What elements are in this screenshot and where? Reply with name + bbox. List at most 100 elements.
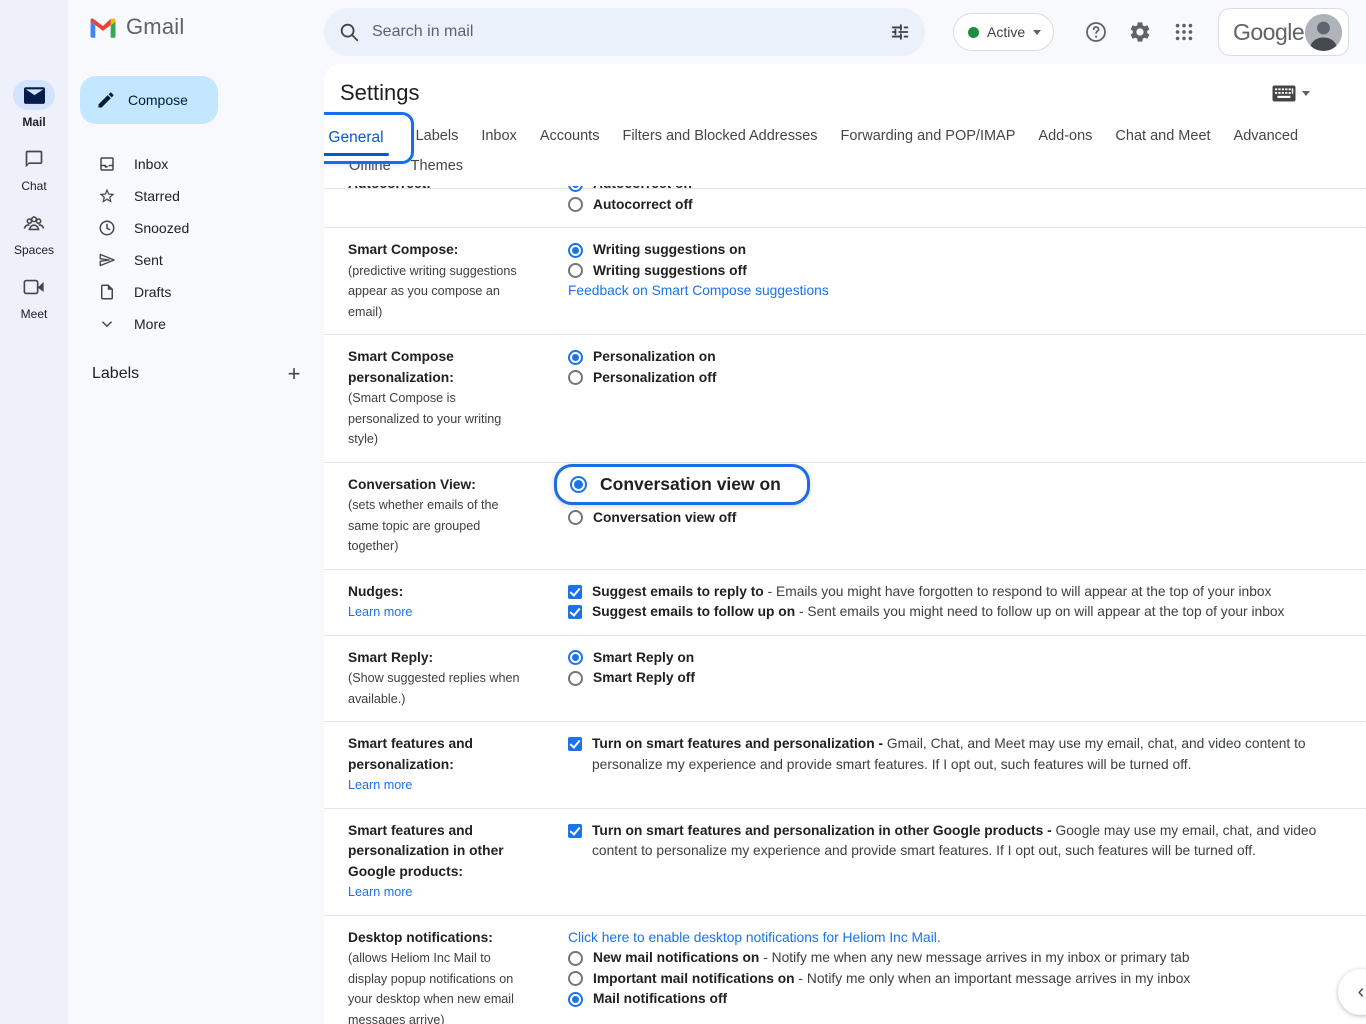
sidebar-item-drafts[interactable]: Drafts	[68, 276, 324, 308]
sidebar-item-starred[interactable]: Starred	[68, 180, 324, 212]
radio-icon[interactable]	[568, 951, 583, 966]
status-label: Active	[987, 24, 1025, 40]
smart-features-other-checkbox-option[interactable]: Turn on smart features and personalizati…	[568, 821, 1348, 862]
radio-icon[interactable]	[568, 671, 583, 686]
radio-selected-icon[interactable]	[568, 650, 583, 665]
tab-filters[interactable]: Filters and Blocked Addresses	[621, 126, 818, 146]
checkbox-checked-icon[interactable]	[568, 737, 582, 751]
status-selector[interactable]: Active	[953, 13, 1054, 51]
enable-desktop-notifications-link[interactable]: Click here to enable desktop notificatio…	[568, 928, 1348, 949]
radio-selected-icon[interactable]	[568, 186, 583, 192]
labels-title: Labels	[92, 365, 139, 383]
inbox-icon	[98, 155, 116, 173]
checkbox-checked-icon[interactable]	[568, 824, 582, 838]
search-options-icon[interactable]	[889, 21, 911, 43]
clock-icon	[98, 219, 116, 237]
apps-grid-icon[interactable]	[1170, 18, 1198, 46]
general-tab-annotation[interactable]: General	[324, 112, 414, 164]
input-tools-selector[interactable]	[1272, 85, 1310, 102]
writing-suggestions-on-option[interactable]: Writing suggestions on	[568, 240, 1348, 261]
gmail-app: Gmail Active Google	[0, 0, 1366, 1024]
radio-selected-icon[interactable]	[570, 476, 587, 493]
search-input[interactable]	[372, 23, 889, 41]
radio-icon[interactable]	[568, 971, 583, 986]
tab-inbox[interactable]: Inbox	[480, 126, 517, 146]
tab-themes[interactable]: Themes	[410, 156, 464, 176]
tab-chat-and-meet[interactable]: Chat and Meet	[1114, 126, 1211, 146]
conversation-view-off-option[interactable]: Conversation view off	[568, 508, 1348, 529]
rail-item-meet[interactable]: Meet	[0, 272, 68, 321]
writing-suggestions-off-option[interactable]: Writing suggestions off	[568, 261, 1348, 282]
gmail-wordmark: Gmail	[126, 14, 184, 40]
personalization-on-option[interactable]: Personalization on	[568, 347, 1348, 368]
suggest-followup-checkbox-option[interactable]: Suggest emails to follow up on - Sent em…	[568, 602, 1348, 623]
active-status-dot	[968, 27, 979, 38]
radio-icon[interactable]	[568, 197, 583, 212]
setting-row-autocorrect: Autocorrect: Autocorrect on Autocorrect …	[324, 186, 1366, 228]
smart-compose-feedback-link[interactable]: Feedback on Smart Compose suggestions	[568, 281, 1348, 302]
setting-row-nudges: Nudges: Learn more Suggest emails to rep…	[324, 570, 1366, 636]
smart-features-checkbox-option[interactable]: Turn on smart features and personalizati…	[568, 734, 1348, 775]
rail-item-chat[interactable]: Chat	[0, 144, 68, 193]
chevron-down-icon	[1302, 91, 1310, 96]
checkbox-checked-icon[interactable]	[568, 605, 582, 619]
tab-advanced[interactable]: Advanced	[1233, 126, 1300, 146]
checkbox-checked-icon[interactable]	[568, 585, 582, 599]
conversation-view-on-annotation[interactable]: Conversation view on	[554, 464, 810, 505]
smart-reply-on-option[interactable]: Smart Reply on	[568, 648, 1348, 669]
radio-selected-icon[interactable]	[568, 243, 583, 258]
star-icon	[98, 187, 116, 205]
smart-reply-off-option[interactable]: Smart Reply off	[568, 668, 1348, 689]
tab-addons[interactable]: Add-ons	[1037, 126, 1093, 146]
setting-row-smart-reply: Smart Reply: (Show suggested replies whe…	[324, 636, 1366, 723]
rail-item-mail[interactable]: Mail	[0, 80, 68, 129]
sidebar-nav: Inbox Starred Snoozed Sent Drafts More	[68, 148, 324, 340]
create-label-plus-icon[interactable]: +	[280, 360, 308, 388]
gmail-m-icon	[88, 15, 118, 39]
settings-gear-icon[interactable]	[1126, 18, 1154, 46]
new-mail-notifications-option[interactable]: New mail notifications on - Notify me wh…	[568, 948, 1348, 969]
setting-row-smart-compose: Smart Compose: (predictive writing sugge…	[324, 228, 1366, 335]
sidebar-item-inbox[interactable]: Inbox	[68, 148, 324, 180]
active-tab-underline	[324, 153, 389, 156]
radio-icon[interactable]	[568, 510, 583, 525]
important-mail-notifications-option[interactable]: Important mail notifications on - Notify…	[568, 969, 1348, 990]
autocorrect-on-option[interactable]: Autocorrect on	[568, 186, 1348, 195]
settings-panel: Settings General Labels Inbox Accounts F…	[324, 64, 1366, 1024]
compose-label: Compose	[128, 92, 188, 108]
sidebar-item-snoozed[interactable]: Snoozed	[68, 212, 324, 244]
radio-selected-icon[interactable]	[568, 350, 583, 365]
draft-file-icon	[98, 283, 116, 301]
smart-features-other-learn-more-link[interactable]: Learn more	[348, 882, 520, 903]
sidebar-item-sent[interactable]: Sent	[68, 244, 324, 276]
radio-icon[interactable]	[568, 370, 583, 385]
google-account-chip[interactable]: Google	[1218, 8, 1349, 56]
autocorrect-off-option[interactable]: Autocorrect off	[568, 195, 1348, 216]
labels-section-header: Labels +	[68, 360, 308, 388]
radio-selected-icon[interactable]	[568, 992, 583, 1007]
search-icon[interactable]	[338, 21, 360, 43]
rail-item-spaces[interactable]: Spaces	[0, 208, 68, 257]
search-bar[interactable]	[324, 8, 925, 56]
setting-row-conversation-view: Conversation View: (sets whether emails …	[324, 463, 1366, 570]
setting-row-smart-compose-personalization: Smart Compose personalization: (Smart Co…	[324, 335, 1366, 463]
radio-icon[interactable]	[568, 263, 583, 278]
smart-features-learn-more-link[interactable]: Learn more	[348, 775, 520, 796]
avatar[interactable]	[1305, 14, 1342, 51]
help-icon[interactable]	[1082, 18, 1110, 46]
page-title: Settings	[340, 80, 420, 106]
setting-row-smart-features: Smart features and personalization: Lear…	[324, 722, 1366, 809]
nudges-learn-more-link[interactable]: Learn more	[348, 602, 520, 623]
settings-scroll-area[interactable]: Autocorrect: Autocorrect on Autocorrect …	[324, 186, 1366, 1024]
compose-button[interactable]: Compose	[80, 76, 218, 124]
mail-notifications-off-option[interactable]: Mail notifications off	[568, 989, 1348, 1010]
tab-accounts[interactable]: Accounts	[539, 126, 601, 146]
suggest-reply-checkbox-option[interactable]: Suggest emails to reply to - Emails you …	[568, 582, 1348, 603]
mail-icon	[13, 80, 55, 110]
meet-video-icon	[13, 272, 55, 302]
personalization-off-option[interactable]: Personalization off	[568, 368, 1348, 389]
tab-forwarding[interactable]: Forwarding and POP/IMAP	[840, 126, 1017, 146]
tab-labels[interactable]: Labels	[415, 126, 460, 146]
sidebar-item-more[interactable]: More	[68, 308, 324, 340]
chevron-down-icon	[1033, 30, 1041, 35]
